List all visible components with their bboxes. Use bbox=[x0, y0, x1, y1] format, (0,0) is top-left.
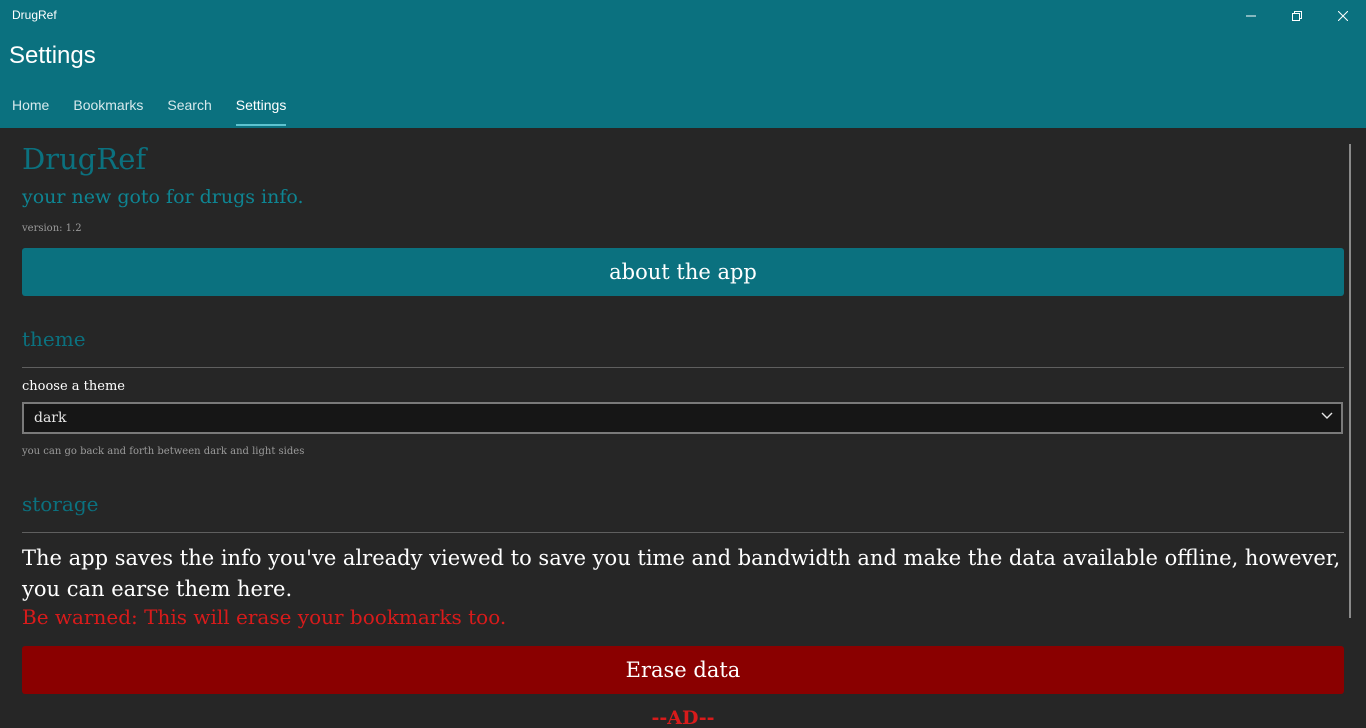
theme-selected-value: dark bbox=[34, 410, 67, 426]
tab-search[interactable]: Search bbox=[155, 88, 223, 126]
erase-data-button[interactable]: Erase data bbox=[22, 646, 1344, 694]
theme-hint: you can go back and forth between dark a… bbox=[22, 446, 305, 457]
storage-description: The app saves the info you've already vi… bbox=[22, 546, 1341, 601]
version-label: version: 1.2 bbox=[22, 223, 82, 234]
storage-warning: Be warned: This will erase your bookmark… bbox=[22, 605, 507, 629]
tab-settings[interactable]: Settings bbox=[224, 88, 299, 126]
app-name: DrugRef bbox=[22, 142, 147, 176]
chevron-down-icon bbox=[1321, 412, 1333, 419]
theme-section-title: theme bbox=[22, 327, 86, 351]
minimize-icon bbox=[1246, 15, 1256, 17]
nav-tabs: Home Bookmarks Search Settings bbox=[0, 88, 298, 128]
app-header: DrugRef Settings Home Bookmarks Search S… bbox=[0, 0, 1366, 128]
window-controls bbox=[1228, 0, 1366, 32]
theme-divider bbox=[22, 367, 1344, 368]
minimize-button[interactable] bbox=[1228, 0, 1274, 32]
tab-bookmarks[interactable]: Bookmarks bbox=[61, 88, 155, 126]
ad-label: --AD-- bbox=[651, 707, 715, 728]
theme-select[interactable]: dark bbox=[22, 402, 1343, 434]
close-button[interactable] bbox=[1320, 0, 1366, 32]
theme-label: choose a theme bbox=[22, 379, 125, 394]
storage-section-title: storage bbox=[22, 492, 99, 516]
page-title: Settings bbox=[9, 42, 96, 69]
about-app-button[interactable]: about the app bbox=[22, 248, 1344, 296]
close-icon bbox=[1338, 11, 1348, 21]
storage-divider bbox=[22, 532, 1344, 533]
app-tagline: your new goto for drugs info. bbox=[22, 186, 304, 208]
scrollbar[interactable] bbox=[1349, 144, 1351, 618]
settings-content: DrugRef your new goto for drugs info. ve… bbox=[0, 128, 1352, 728]
window-title: DrugRef bbox=[12, 8, 57, 22]
tab-home[interactable]: Home bbox=[0, 88, 61, 126]
restore-button[interactable] bbox=[1274, 0, 1320, 32]
restore-icon bbox=[1292, 11, 1302, 21]
